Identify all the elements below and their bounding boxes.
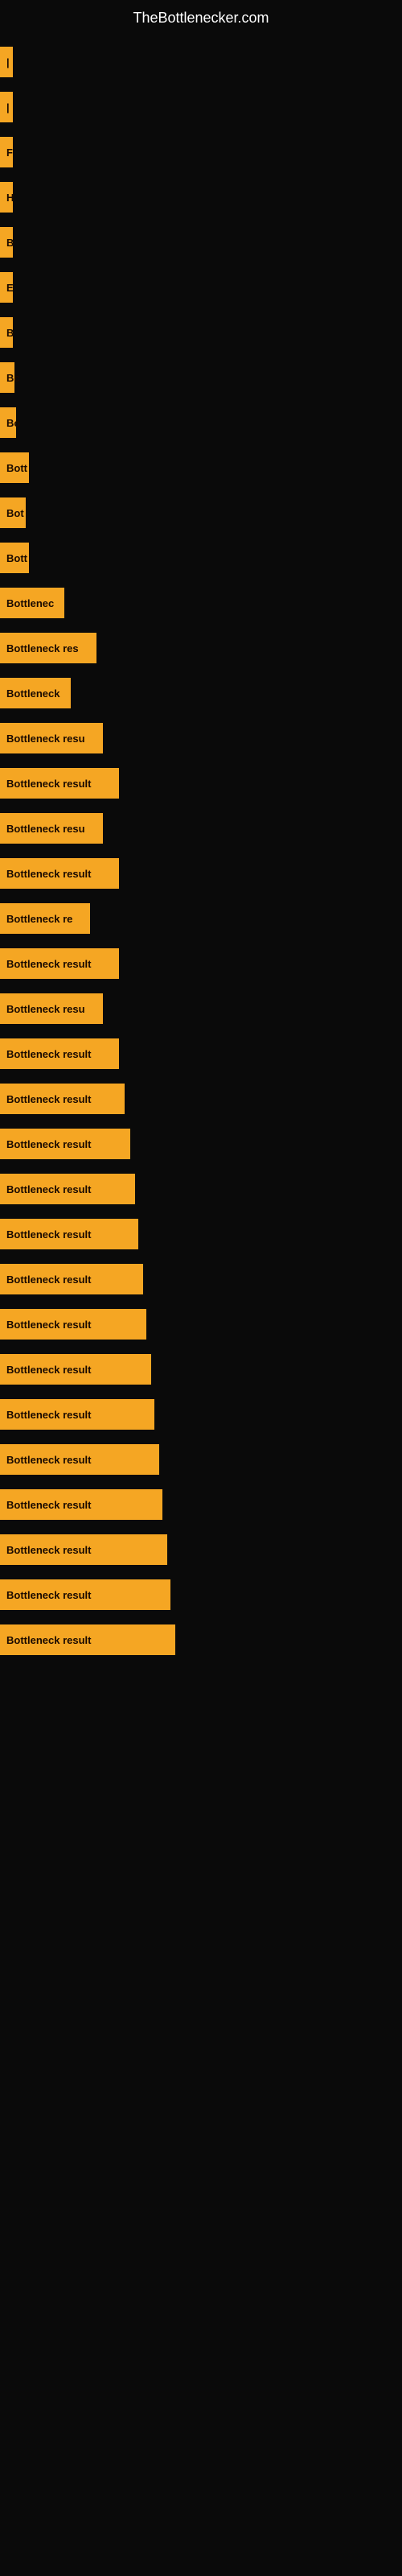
bar-label: Bottleneck [0, 678, 71, 708]
bar-label: E [0, 272, 13, 303]
bar-row: Bott [0, 537, 402, 579]
site-title: TheBottlenecker.com [0, 0, 402, 33]
bar-row: Bottleneck result [0, 1619, 402, 1661]
bar-row: Bottleneck result [0, 1258, 402, 1300]
bar-row: Bottleneck res [0, 627, 402, 669]
bar-label: Bottleneck resu [0, 993, 103, 1024]
bar-row: Bottleneck result [0, 762, 402, 804]
bar-row: E [0, 266, 402, 308]
bar-label: Bo [0, 407, 16, 438]
bar-label: Bottleneck result [0, 1534, 167, 1565]
bar-row: B [0, 312, 402, 353]
bar-row: Bottlenec [0, 582, 402, 624]
bar-label: | [0, 92, 13, 122]
bar-row: | [0, 86, 402, 128]
bar-label: Bottleneck result [0, 948, 119, 979]
bar-row: Bottleneck result [0, 1303, 402, 1345]
bar-label: Bot [0, 497, 26, 528]
bars-container: ||FHBEBBcBoBottBotBottBottlenecBottlenec… [0, 33, 402, 1664]
bar-row: Bottleneck result [0, 1168, 402, 1210]
bar-label: Bottlenec [0, 588, 64, 618]
bar-label: Bottleneck result [0, 1309, 146, 1340]
bar-row: Bottleneck re [0, 898, 402, 939]
bar-label: Bott [0, 452, 29, 483]
bar-label: Bc [0, 362, 14, 393]
bar-row: Bottleneck result [0, 1123, 402, 1165]
bar-label: Bottleneck resu [0, 813, 103, 844]
bar-label: Bottleneck result [0, 768, 119, 799]
bar-label: | [0, 47, 13, 77]
bar-row: Bottleneck result [0, 1484, 402, 1525]
bar-row: Bc [0, 357, 402, 398]
bar-row: Bottleneck resu [0, 717, 402, 759]
bar-label: Bottleneck result [0, 1399, 154, 1430]
bar-row: Bottleneck result [0, 1529, 402, 1571]
bar-label: Bott [0, 543, 29, 573]
bar-label: Bottleneck result [0, 1219, 138, 1249]
bar-label: Bottleneck resu [0, 723, 103, 753]
bar-label: Bottleneck res [0, 633, 96, 663]
bar-label: Bottleneck result [0, 1624, 175, 1655]
bar-row: F [0, 131, 402, 173]
bar-label: Bottleneck result [0, 1174, 135, 1204]
bar-row: Bottleneck result [0, 1348, 402, 1390]
bar-label: Bottleneck result [0, 1489, 162, 1520]
bar-label: Bottleneck result [0, 1444, 159, 1475]
bar-label: Bottleneck re [0, 903, 90, 934]
bar-row: Bottleneck [0, 672, 402, 714]
bar-label: Bottleneck result [0, 1354, 151, 1385]
bar-label: H [0, 182, 13, 213]
bar-label: Bottleneck result [0, 1579, 170, 1610]
bar-label: Bottleneck result [0, 858, 119, 889]
bar-label: Bottleneck result [0, 1264, 143, 1294]
bar-row: Bottleneck result [0, 1439, 402, 1480]
bar-row: Bottleneck result [0, 1033, 402, 1075]
bar-row: Bottleneck resu [0, 988, 402, 1030]
bar-row: Bottleneck resu [0, 807, 402, 849]
bar-label: Bottleneck result [0, 1038, 119, 1069]
bar-label: B [0, 317, 13, 348]
bar-label: F [0, 137, 13, 167]
bar-label: B [0, 227, 13, 258]
bar-row: H [0, 176, 402, 218]
bar-row: B [0, 221, 402, 263]
bar-row: Bottleneck result [0, 943, 402, 985]
bar-row: Bottleneck result [0, 1213, 402, 1255]
bar-row: | [0, 41, 402, 83]
bar-label: Bottleneck result [0, 1129, 130, 1159]
bar-row: Bottleneck result [0, 1574, 402, 1616]
bar-row: Bottleneck result [0, 1393, 402, 1435]
bar-row: Bottleneck result [0, 1078, 402, 1120]
bar-label: Bottleneck result [0, 1084, 125, 1114]
bar-row: Bot [0, 492, 402, 534]
bar-row: Bo [0, 402, 402, 444]
bar-row: Bottleneck result [0, 852, 402, 894]
bar-row: Bott [0, 447, 402, 489]
